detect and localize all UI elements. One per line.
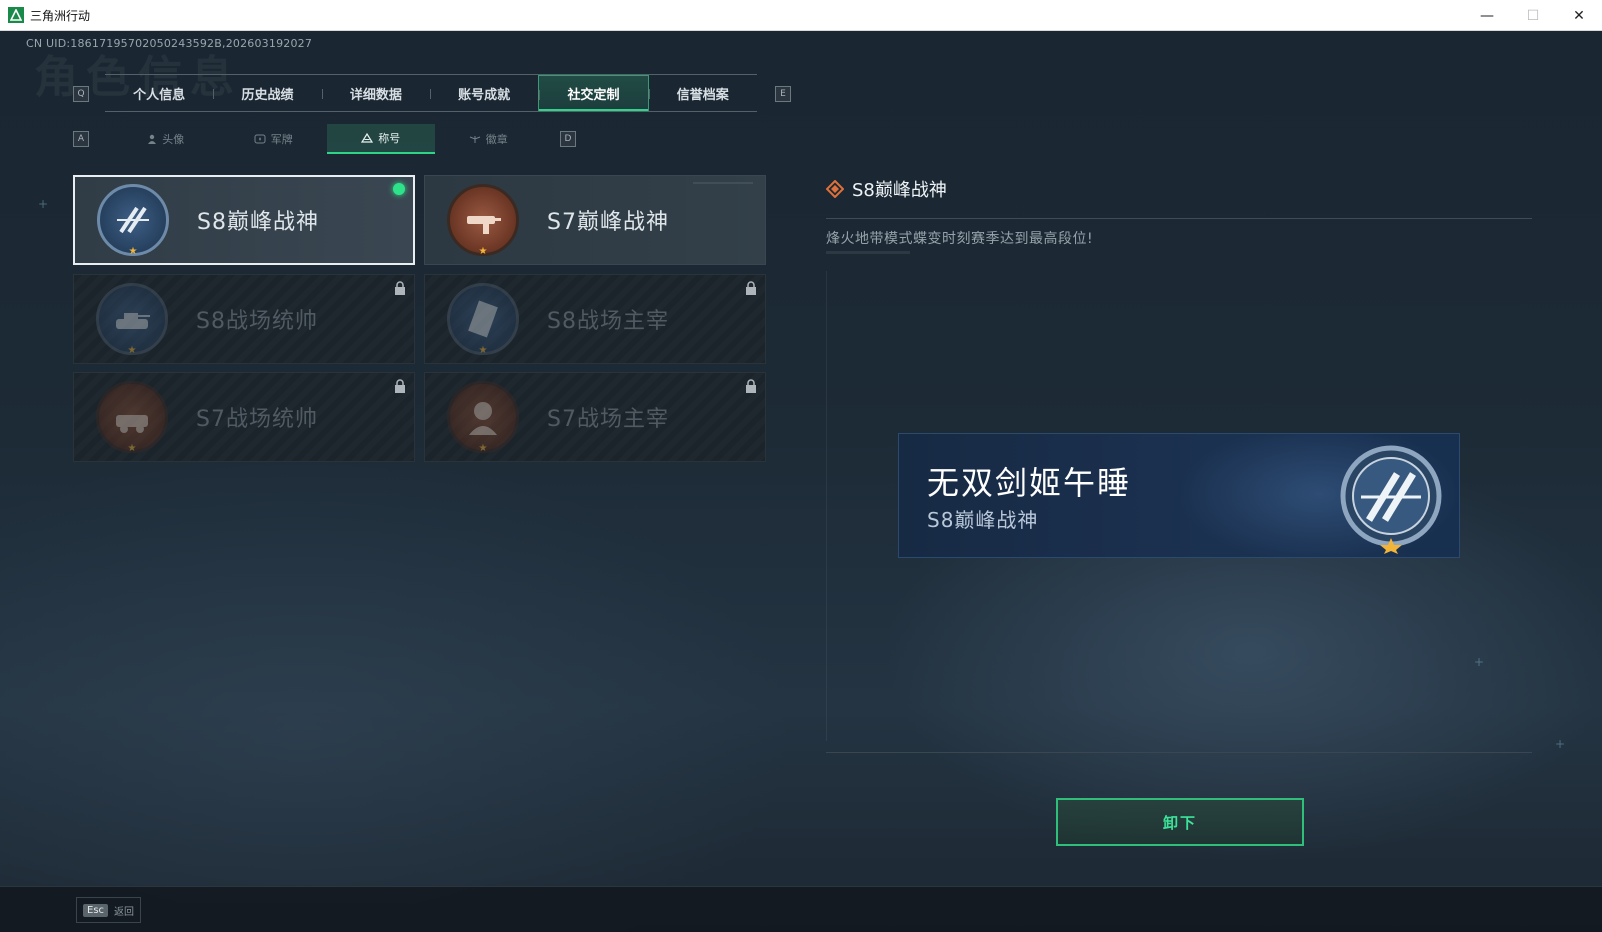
star-icon: ★ — [478, 246, 488, 257]
title-card-name: S7战场统帅 — [196, 407, 318, 432]
star-icon: ★ — [478, 443, 488, 454]
star-icon: ★ — [127, 345, 137, 356]
subtab-avatar[interactable]: 头像 — [112, 124, 220, 154]
esc-key-hint: Esc — [83, 903, 109, 917]
wings-icon — [469, 136, 480, 143]
back-button[interactable]: Esc 返回 — [76, 897, 142, 923]
main-tab-bar: 个人信息 历史战绩 详细数据 账号成就 社交定制 信誉档案 — [105, 74, 757, 112]
detail-description: 烽火地带模式蝶变时刻赛季达到最高段位! — [826, 231, 1094, 247]
s8-peak-emblem-icon: ★ — [97, 184, 169, 257]
s8-peak-emblem-icon — [1340, 445, 1442, 554]
title-card-s8-dominator[interactable]: ★ S8战场主宰 — [424, 274, 766, 364]
lock-icon — [395, 281, 405, 295]
tab-credit-record[interactable]: 信誉档案 — [648, 75, 757, 111]
title-card-s7-commander[interactable]: ★ S7战场统帅 — [73, 372, 415, 462]
detail-title: S8巅峰战神 — [852, 180, 947, 201]
unequip-button[interactable]: 卸下 — [1056, 798, 1304, 846]
card-decoration — [693, 182, 753, 184]
subtab-avatar-label: 头像 — [162, 133, 185, 146]
subtab-title-label: 称号 — [378, 132, 401, 145]
title-card-name: S8战场统帅 — [196, 309, 318, 334]
star-icon: ★ — [128, 246, 138, 257]
minimize-button[interactable]: — — [1464, 0, 1510, 31]
title-card-s7-dominator[interactable]: ★ S7战场主宰 — [424, 372, 766, 462]
subtab-badge-label: 徽章 — [485, 133, 508, 146]
crosshair-decoration-icon: + — [1555, 737, 1566, 751]
crosshair-decoration-icon: + — [38, 197, 49, 211]
subtab-title[interactable]: 称号 — [327, 124, 435, 154]
window-controls: — ☐ ✕ — [1464, 0, 1602, 31]
s7-peak-emblem-icon: ★ — [447, 184, 519, 257]
window-title: 三角洲行动 — [30, 8, 91, 23]
tab-prev-key-hint[interactable]: Q — [73, 86, 89, 102]
lock-icon — [746, 379, 756, 393]
diamond-icon — [826, 180, 844, 198]
subtab-next-key-hint[interactable]: D — [560, 131, 576, 147]
crosshair-decoration-icon: + — [1474, 655, 1485, 669]
nameplate-player-name: 无双剑姬午睡 — [927, 464, 1132, 502]
subtab-badge[interactable]: 徽章 — [435, 124, 543, 154]
subtab-dogtag[interactable]: 军牌 — [220, 124, 328, 154]
game-viewport: 角色信息 CN UID:18617195702050243592B,202603… — [0, 31, 1602, 932]
s7-soldier-emblem-icon: ★ — [447, 381, 519, 454]
title-card-name: S7战场主宰 — [547, 407, 669, 432]
back-label: 返回 — [114, 906, 135, 918]
s8-tank-emblem-icon: ★ — [96, 283, 168, 356]
uid-label: CN UID:18617195702050243592B,20260319202… — [26, 37, 313, 50]
detail-description-underline — [826, 251, 910, 254]
title-card-name: S8战场主宰 — [547, 309, 669, 334]
s8-building-emblem-icon: ★ — [447, 283, 519, 356]
equipped-indicator-icon — [393, 183, 405, 195]
title-card-s8-commander[interactable]: ★ S8战场统帅 — [73, 274, 415, 364]
sub-tab-bar: 头像 军牌 称号 徽章 — [112, 124, 542, 154]
tab-next-key-hint[interactable]: E — [775, 86, 791, 102]
bottom-bar: Esc 返回 — [0, 886, 1602, 932]
title-card-s7-peak[interactable]: ★ S7巅峰战神 — [424, 175, 766, 265]
lock-icon — [746, 281, 756, 295]
subtab-prev-key-hint[interactable]: A — [73, 131, 89, 147]
tab-achievements[interactable]: 账号成就 — [429, 75, 538, 111]
nameplate-preview: 无双剑姬午睡 S8巅峰战神 — [898, 433, 1460, 558]
detail-divider — [826, 218, 1532, 219]
window-titlebar: 三角洲行动 — ☐ ✕ — [0, 0, 1602, 31]
app-logo-icon — [8, 7, 24, 23]
title-card-s8-peak[interactable]: ★ S8巅峰战神 — [73, 175, 415, 265]
detail-header: S8巅峰战神 — [826, 176, 947, 202]
star-icon: ★ — [478, 345, 488, 356]
tab-personal-info[interactable]: 个人信息 — [105, 75, 213, 111]
nameplate-title: S8巅峰战神 — [927, 508, 1039, 532]
tab-match-history[interactable]: 历史战绩 — [213, 75, 321, 111]
title-icon — [361, 133, 374, 143]
tab-social-customization[interactable]: 社交定制 — [538, 75, 649, 111]
detail-bottom-divider — [826, 752, 1532, 753]
close-button[interactable]: ✕ — [1556, 0, 1602, 31]
tab-detailed-stats[interactable]: 详细数据 — [321, 75, 430, 111]
subtab-dogtag-label: 军牌 — [270, 133, 293, 146]
detail-frame — [826, 271, 827, 741]
title-card-name: S7巅峰战神 — [547, 210, 669, 235]
person-icon — [148, 134, 157, 144]
maximize-button[interactable]: ☐ — [1510, 0, 1556, 31]
dogtag-icon — [254, 134, 266, 144]
lock-icon — [395, 379, 405, 393]
s7-vehicle-emblem-icon: ★ — [96, 381, 168, 454]
title-card-name: S8巅峰战神 — [197, 210, 319, 235]
star-icon: ★ — [127, 443, 137, 454]
